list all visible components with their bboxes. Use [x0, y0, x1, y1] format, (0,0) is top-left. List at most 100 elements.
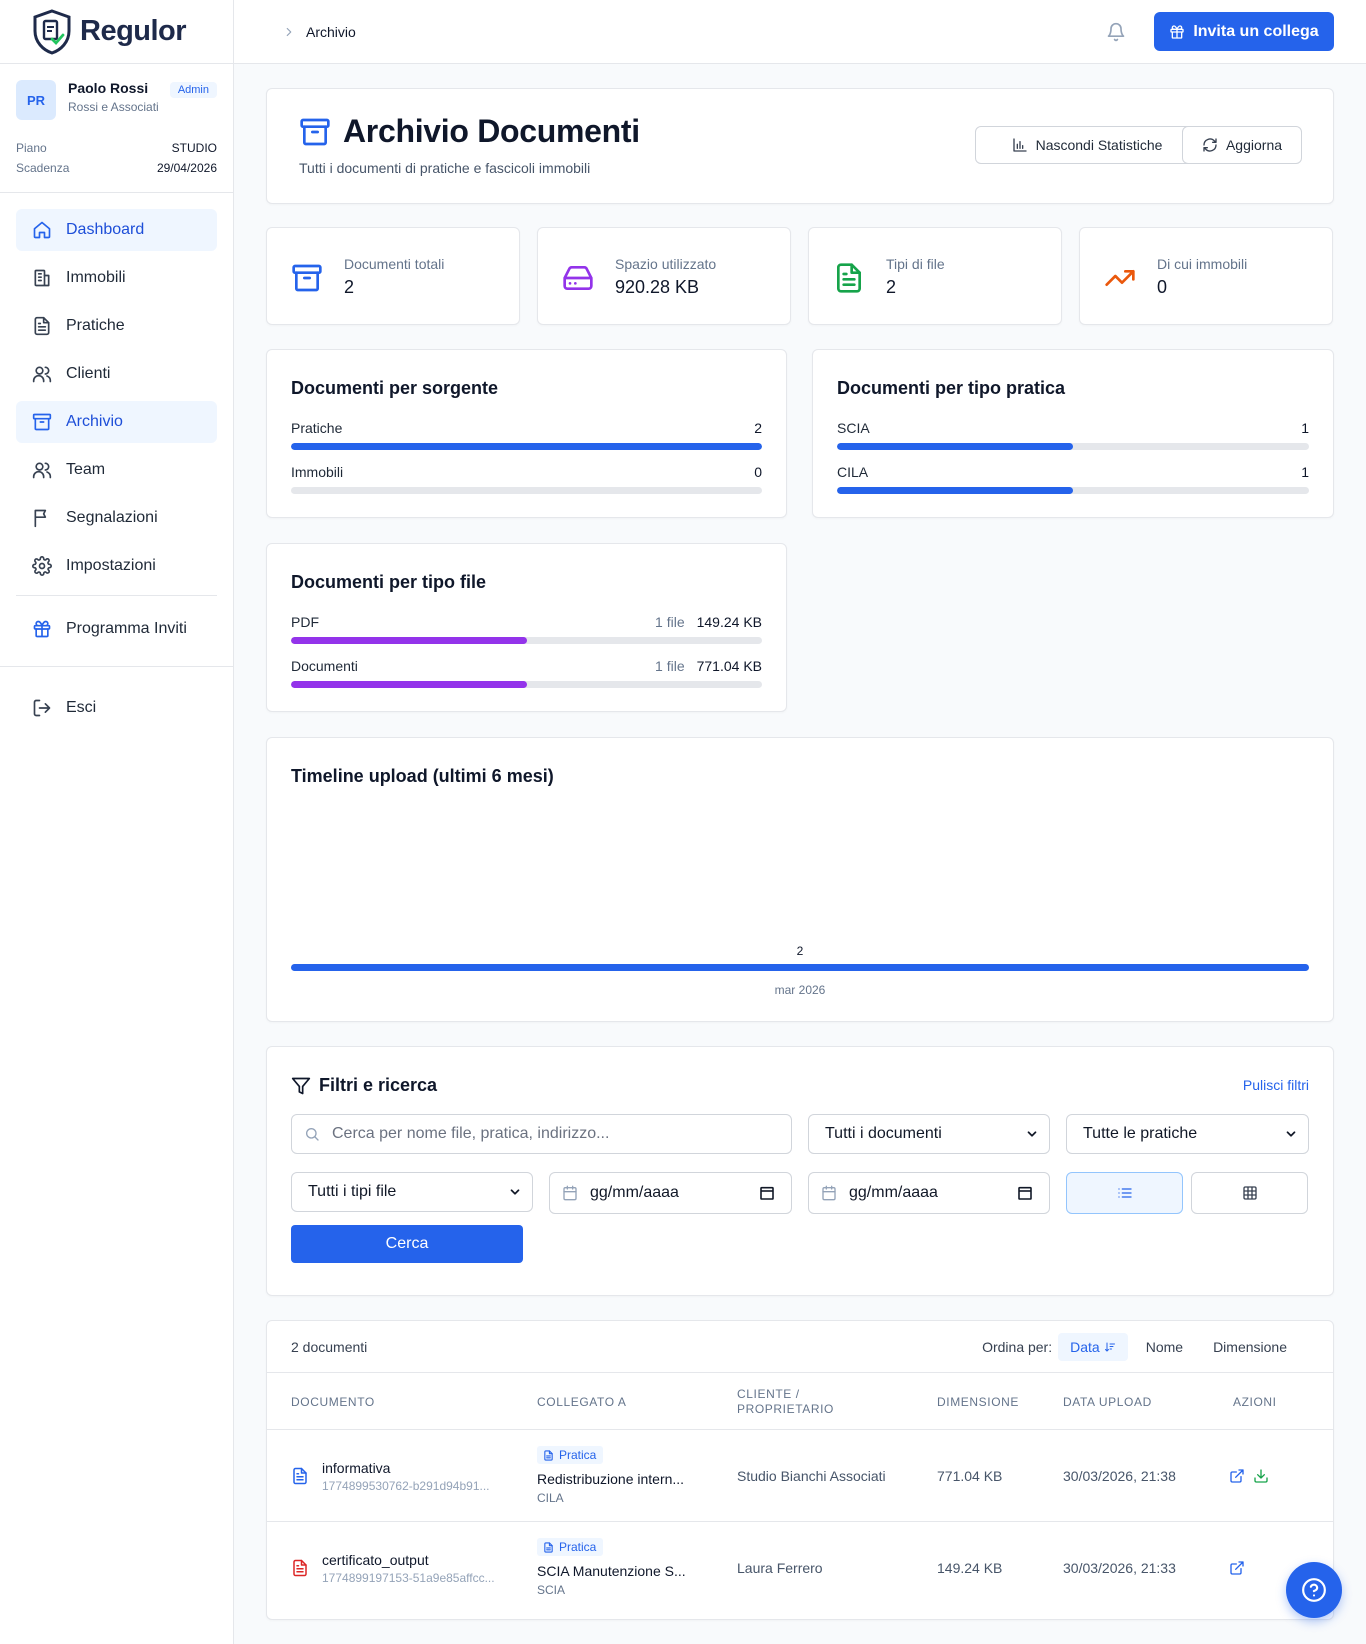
sidebar-item-programma-inviti[interactable]: Programma Inviti [16, 608, 217, 650]
refresh-button[interactable]: Aggiorna [1182, 126, 1302, 164]
calendar-icon [822, 1185, 836, 1201]
sidebar-item-impostazioni[interactable]: Impostazioni [16, 545, 217, 587]
practice-select[interactable]: Tutte le pratiche [1066, 1114, 1309, 1154]
gift-icon [1170, 24, 1184, 39]
type-row: CILA 1 [837, 464, 1309, 494]
search-field[interactable] [291, 1114, 792, 1154]
file-text-icon [293, 1467, 307, 1485]
progress-track [837, 487, 1309, 494]
sidebar-item-archivio[interactable]: Archivio [16, 401, 217, 443]
linked-practice[interactable]: SCIA Manutenzione S... [537, 1563, 686, 1579]
logout-button[interactable]: Esci [16, 687, 217, 729]
brand-logo[interactable]: Regulor [0, 0, 233, 64]
progress-fill [837, 487, 1073, 494]
clear-filters-link[interactable]: Pulisci filtri [1243, 1077, 1309, 1093]
by-source-panel: Documenti per sorgente Pratiche 2 Immobi… [266, 349, 787, 518]
document-select[interactable]: Tutti i documenti [808, 1114, 1050, 1154]
grid-view-button[interactable] [1191, 1172, 1308, 1214]
sort-label: Ordina per: [982, 1339, 1053, 1355]
date-from-field[interactable]: gg/mm/aaaa [549, 1172, 792, 1214]
avatar: PR [16, 80, 56, 120]
upload-timeline-panel: Timeline upload (ultimi 6 mesi) 2 mar 20… [266, 737, 1334, 1022]
archive-icon [300, 118, 330, 145]
practice-type: SCIA [537, 1583, 566, 1597]
user-org: Rossi e Associati [68, 100, 159, 114]
chevron-right-icon [286, 27, 292, 36]
sidebar-item-label: Pratiche [66, 317, 125, 334]
expiry-label: Scadenza [16, 161, 70, 175]
download-icon[interactable] [1253, 1468, 1269, 1484]
divider [0, 666, 233, 667]
chevron-down-icon [510, 1189, 520, 1195]
sort-by-size[interactable]: Dimensione [1201, 1333, 1299, 1361]
documents-table: 2 documenti Ordina per: Data Nome Dimens… [266, 1320, 1334, 1620]
file-type-select[interactable]: Tutti i tipi file [291, 1172, 533, 1212]
help-button[interactable] [1286, 1562, 1342, 1618]
search-button[interactable]: Cerca [291, 1225, 523, 1263]
column-header-size[interactable]: DIMENSIONE [937, 1395, 1019, 1410]
linked-practice[interactable]: Redistribuzione intern... [537, 1471, 684, 1487]
file-size: 771.04 KB [696, 658, 762, 674]
by-practice-type-panel: Documenti per tipo pratica SCIA 1 CILA 1 [812, 349, 1334, 518]
bell-icon[interactable] [1106, 22, 1126, 42]
filters-title: Filtri e ricerca [291, 1075, 437, 1096]
linked-badge: Pratica [537, 1538, 604, 1556]
table-row[interactable]: informativa 1774899530762-b291d94b91... … [267, 1430, 1333, 1522]
column-header-document[interactable]: DOCUMENTO [291, 1395, 375, 1410]
filters-title-label: Filtri e ricerca [319, 1075, 438, 1095]
stat-value: 920.28 KB [615, 277, 700, 297]
progress-track [291, 637, 762, 644]
bar-label: SCIA [837, 420, 870, 436]
sort-by-name[interactable]: Nome [1134, 1333, 1195, 1361]
sidebar-item-label: Programma Inviti [66, 620, 187, 637]
file-pdf-icon [293, 1559, 307, 1577]
file-text-icon [544, 1449, 553, 1461]
calendar-picker-icon[interactable] [759, 1185, 775, 1201]
sidebar-item-immobili[interactable]: Immobili [16, 257, 217, 299]
column-header-client-line2: PROPRIETARIO [737, 1402, 834, 1416]
file-id: 1774899530762-b291d94b91... [322, 1479, 490, 1493]
file-size: 771.04 KB [937, 1468, 1003, 1484]
sidebar-item-team[interactable]: Team [16, 449, 217, 491]
date-to-field[interactable]: gg/mm/aaaa [808, 1172, 1050, 1214]
sidebar-item-label: Immobili [66, 269, 126, 286]
users-icon [32, 462, 52, 479]
invite-colleague-button[interactable]: Invita un collega [1154, 12, 1334, 51]
sort-by-date[interactable]: Data [1058, 1333, 1128, 1361]
logout-icon [33, 699, 51, 717]
list-view-button[interactable] [1066, 1172, 1183, 1214]
file-text-icon [34, 316, 50, 336]
file-name[interactable]: certificato_output [322, 1552, 429, 1568]
bar-count: 1 file 149.24 KB [655, 614, 762, 630]
chevron-down-icon [1027, 1131, 1037, 1137]
sidebar-item-segnalazioni[interactable]: Segnalazioni [16, 497, 217, 539]
sidebar-item-clienti[interactable]: Clienti [16, 353, 217, 395]
open-external-icon[interactable] [1229, 1560, 1245, 1576]
bar-label: Pratiche [291, 420, 343, 436]
table-row[interactable]: certificato_output 1774899197153-51a9e85… [267, 1522, 1333, 1614]
search-icon [306, 1128, 319, 1141]
search-input[interactable] [332, 1125, 772, 1143]
file-size: 149.24 KB [937, 1560, 1003, 1576]
bar-count: 1 [1301, 420, 1309, 436]
progress-fill [837, 443, 1073, 450]
flag-icon [34, 509, 47, 528]
open-external-icon[interactable] [1229, 1468, 1245, 1484]
file-name[interactable]: informativa [322, 1460, 390, 1476]
hide-stats-button[interactable]: Nascondi Statistiche [975, 126, 1199, 164]
stat-label: Documenti totali [344, 256, 445, 272]
sidebar-item-pratiche[interactable]: Pratiche [16, 305, 217, 347]
calendar-picker-icon[interactable] [1017, 1185, 1033, 1201]
stat-label: Tipi di file [886, 256, 945, 272]
filter-icon [291, 1077, 311, 1094]
column-header-client[interactable]: CLIENTE / PROPRIETARIO [737, 1387, 834, 1417]
column-header-linked[interactable]: COLLEGATO A [537, 1395, 627, 1410]
timeline-count: 2 [796, 944, 804, 958]
user-name: Paolo Rossi [68, 80, 149, 96]
linked-badge: Pratica [537, 1446, 604, 1464]
stat-card-total: Documenti totali 2 [266, 227, 520, 325]
date-from-value: gg/mm/aaaa [590, 1184, 679, 1201]
sidebar-item-dashboard[interactable]: Dashboard [16, 209, 217, 251]
column-header-upload-date[interactable]: DATA UPLOAD [1063, 1395, 1152, 1410]
column-header-client-line1: CLIENTE / [737, 1387, 800, 1401]
